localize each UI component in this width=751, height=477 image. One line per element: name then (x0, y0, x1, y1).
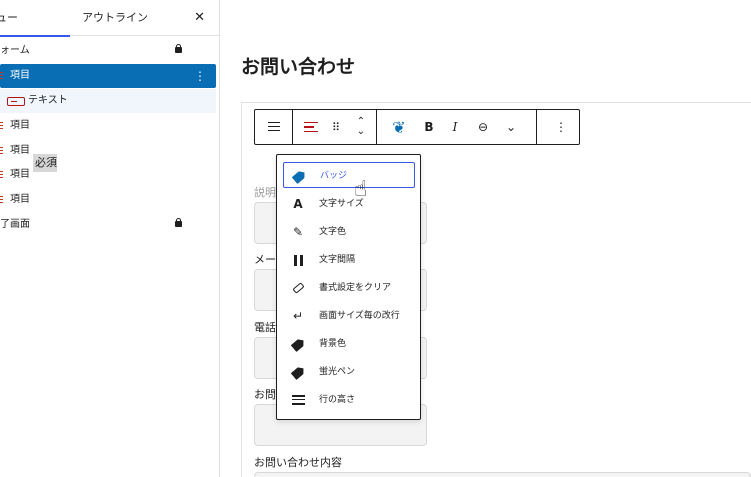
move-buttons: ⌃ ⌄ (349, 110, 373, 144)
menu-item-label: 画面サイズ毎の改行 (319, 311, 400, 321)
format-dropdown-menu: バッジ A 文字サイズ ✎ 文字色 文字間隔 書式設定をクリア ↵ 画面サイズ毎… (276, 154, 421, 420)
required-badge[interactable]: 必須 (33, 154, 57, 172)
select-parent-button[interactable] (262, 110, 286, 144)
field-label-phone: 電話 (254, 321, 276, 334)
drag-handle-icon[interactable]: ⠿ (323, 110, 347, 144)
tree-item-label: テキスト (28, 95, 68, 106)
page-title[interactable]: お問い合わせ (241, 52, 355, 79)
lock-icon (175, 44, 182, 55)
tree-item-field[interactable]: 項目 (0, 188, 216, 212)
list-icon (268, 122, 280, 132)
menu-item-label: 蛍光ペン (319, 367, 356, 377)
lock-icon (175, 218, 182, 229)
menu-item-label: 背景色 (319, 339, 347, 349)
field-block-icon (0, 147, 3, 154)
field-label-inquiry: お問い合わせ内容 (254, 456, 342, 469)
menu-item-line-height[interactable]: 行の高さ (283, 387, 415, 413)
menu-item-background-color[interactable]: 背景色 (283, 331, 415, 357)
spacing-icon (291, 253, 305, 267)
tree-item-form[interactable]: ォーム (0, 39, 216, 63)
chevron-down-icon[interactable]: ⌄ (499, 110, 523, 144)
text-field-icon (7, 97, 25, 106)
highlighter-icon (291, 365, 305, 379)
field-label-description: 説明 (254, 186, 276, 199)
list-view-sidebar: ュー アウトライン ✕ ォーム 項目 ⋮ テキスト 項目 項目 項目 項目 了画… (0, 0, 220, 477)
bold-button[interactable]: B (417, 110, 441, 144)
tree-item-label: 項目 (10, 169, 30, 180)
tree-item-complete-screen[interactable]: 了画面 (0, 213, 216, 237)
menu-item-letter-spacing[interactable]: 文字間隔 (283, 247, 415, 273)
sidebar-tabs: ュー アウトライン ✕ (0, 0, 219, 37)
toolbar-group-block: ⠿ ⌃ ⌄ (293, 110, 377, 144)
tree-item-label: 項目 (10, 70, 30, 81)
badge-icon (292, 169, 306, 183)
menu-item-badge[interactable]: バッジ (283, 162, 415, 188)
toolbar-group-parent (255, 110, 293, 144)
tree-item-label: 了画面 (0, 219, 30, 230)
tree-item-field-selected[interactable]: 項目 ⋮ (0, 64, 216, 88)
menu-item-highlighter[interactable]: 蛍光ペン (283, 359, 415, 385)
pencil-icon: ✎ (292, 225, 304, 239)
plugin-icon[interactable]: ❦ (387, 110, 411, 144)
textarea-field[interactable] (254, 472, 751, 477)
field-label-inquiry-short: お問 (254, 388, 276, 401)
tree-item-label: 項目 (10, 194, 30, 205)
italic-button[interactable]: I (443, 110, 467, 144)
more-options-icon[interactable]: ⋮ (194, 64, 206, 88)
field-block-icon (0, 196, 3, 203)
field-block-icon (304, 121, 318, 133)
tab-list-view[interactable]: ュー (0, 0, 70, 37)
field-block-icon (0, 122, 3, 129)
menu-item-label: バッジ (320, 171, 348, 181)
link-icon[interactable]: ⊖ (471, 110, 495, 144)
menu-item-label: 文字間隔 (319, 255, 356, 265)
tree-item-text[interactable]: テキスト (0, 89, 216, 113)
move-down-icon[interactable]: ⌄ (357, 127, 365, 137)
menu-item-label: 行の高さ (319, 395, 356, 405)
field-block-icon (0, 171, 3, 178)
more-options-icon[interactable]: ⋮ (549, 110, 573, 144)
eraser-icon (291, 281, 305, 295)
menu-item-label: 書式設定をクリア (319, 283, 392, 293)
tab-outline[interactable]: アウトライン (82, 0, 148, 36)
menu-item-label: 文字色 (319, 227, 347, 237)
block-type-button[interactable] (299, 110, 323, 144)
tree-item-label: 項目 (10, 120, 30, 131)
font-size-icon: A (293, 197, 303, 211)
line-break-icon: ↵ (292, 309, 304, 323)
menu-item-clear-format[interactable]: 書式設定をクリア (283, 275, 415, 301)
tree-item-label: ォーム (0, 45, 30, 56)
tag-icon (291, 337, 305, 351)
line-height-icon (291, 393, 305, 407)
close-icon[interactable]: ✕ (194, 0, 205, 36)
menu-item-text-color[interactable]: ✎ 文字色 (283, 219, 415, 245)
block-toolbar: ⠿ ⌃ ⌄ ❦ B I ⊖ ⌄ ⋮ (254, 109, 580, 145)
menu-item-responsive-break[interactable]: ↵ 画面サイズ毎の改行 (283, 303, 415, 329)
hand-cursor-icon: ☝ (354, 177, 368, 202)
tree-item-field[interactable]: 項目 (0, 114, 216, 138)
menu-item-font-size[interactable]: A 文字サイズ (283, 191, 415, 217)
toolbar-group-format: ❦ B I ⊖ ⌄ (377, 110, 537, 144)
tree-item-label: 項目 (10, 145, 30, 156)
field-label-mail: メー (254, 253, 276, 266)
field-block-icon (0, 72, 3, 79)
